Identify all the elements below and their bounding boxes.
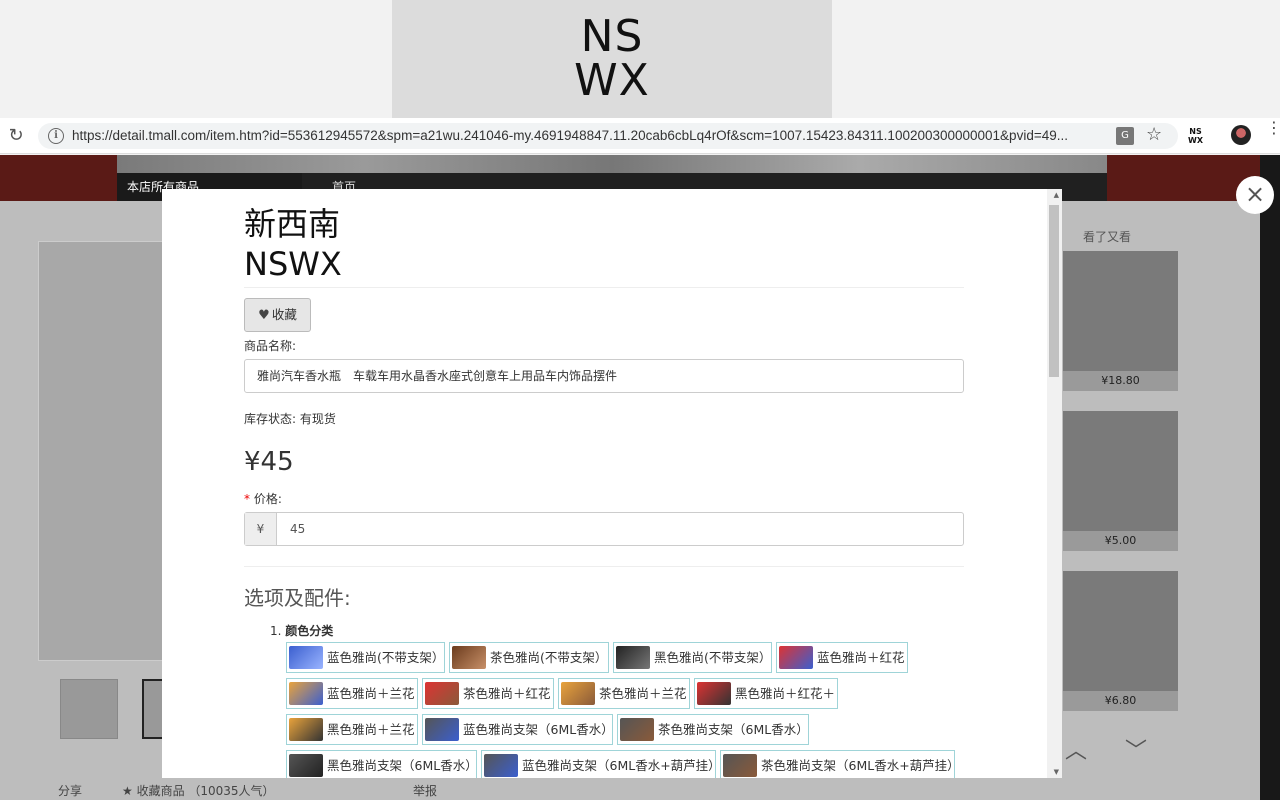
recommend-item[interactable]: ¥5.00 <box>1063 411 1178 551</box>
scrollbar-thumb[interactable] <box>1049 205 1059 377</box>
logo-line-2: WX <box>574 55 650 106</box>
side-toolbar <box>1260 155 1280 800</box>
option-chip[interactable]: 茶色雅尚支架（6ML香水） <box>617 714 809 745</box>
heart-icon: ♥ <box>258 308 270 323</box>
product-modal: 新西南 NSWX ♥ 收藏 商品名称: 雅尚汽车香水瓶 车载车用水晶香水座式创意车… <box>162 189 1062 778</box>
option-chip[interactable]: 蓝色雅尚支架（6ML香水） <box>422 714 614 745</box>
banner-image <box>117 155 1107 173</box>
option-chip-label: 蓝色雅尚＋红花 <box>817 650 905 665</box>
url-text[interactable]: https://detail.tmall.com/item.htm?id=553… <box>72 127 1102 145</box>
option-swatch-icon <box>289 682 323 705</box>
option-chip[interactable]: 茶色雅尚(不带支架） <box>449 642 609 673</box>
thumbnail-strip <box>60 679 200 741</box>
scroll-up-icon[interactable]: ▲ <box>1054 191 1059 199</box>
option-chip[interactable]: 蓝色雅尚＋红花 <box>776 642 908 673</box>
recommend-item[interactable]: ¥18.80 <box>1063 251 1178 391</box>
profile-avatar-icon[interactable] <box>1231 125 1251 145</box>
option-swatch-icon <box>484 754 518 777</box>
browser-menu-icon[interactable]: ⋮ <box>1266 120 1280 136</box>
address-bar[interactable]: i https://detail.tmall.com/item.htm?id=5… <box>38 123 1178 149</box>
logo-header: NS WX <box>0 0 1280 118</box>
product-name-field[interactable]: 雅尚汽车香水瓶 车载车用水晶香水座式创意车上用品车内饰品摆件 <box>244 359 964 393</box>
option-swatch-icon <box>697 682 731 705</box>
option-swatch-icon <box>616 646 650 669</box>
option-chip-label: 茶色雅尚＋兰花 <box>599 686 687 701</box>
report-link[interactable]: 举报 <box>413 782 437 799</box>
logo-line-1: NS <box>580 11 644 62</box>
option-swatch-icon <box>289 718 323 741</box>
thumbnail[interactable] <box>60 679 118 739</box>
option-swatch-icon <box>723 754 757 777</box>
stock-status: 库存状态: 有现货 <box>244 412 336 426</box>
recommend-item[interactable]: ¥6.80 <box>1063 571 1178 711</box>
recommend-price: ¥6.80 <box>1063 691 1178 711</box>
option-group-name: 颜色分类 <box>285 624 334 638</box>
extension-icon[interactable]: NS WX <box>1188 127 1203 145</box>
option-chip-label: 黑色雅尚支架（6ML香水） <box>327 758 478 773</box>
close-modal-button[interactable]: × <box>1236 176 1274 214</box>
info-icon[interactable]: i <box>48 128 64 144</box>
option-chip[interactable]: 茶色雅尚＋红花 <box>422 678 554 709</box>
price-label-text: 价格: <box>253 492 282 506</box>
option-swatch-icon <box>289 646 323 669</box>
option-chip[interactable]: 茶色雅尚＋兰花 <box>558 678 690 709</box>
share-link[interactable]: 分享 <box>58 782 82 799</box>
price-display: ¥45 <box>244 447 294 477</box>
recommend-price: ¥5.00 <box>1063 531 1178 551</box>
option-chip[interactable]: 茶色雅尚支架（6ML香水+葫芦挂） <box>720 750 960 778</box>
price-input-group[interactable]: ¥ 45 <box>244 512 964 546</box>
option-chip[interactable]: 蓝色雅尚(不带支架） <box>286 642 445 673</box>
brand-logo: NS WX <box>392 0 832 118</box>
option-chip[interactable]: 黑色雅尚＋兰花 <box>286 714 418 745</box>
recommend-title: 看了又看 <box>1083 230 1132 244</box>
option-chip-label: 蓝色雅尚＋兰花 <box>327 686 415 701</box>
option-chip[interactable]: 黑色雅尚(不带支架） <box>613 642 772 673</box>
favorite-product-link[interactable]: ★ 收藏商品 （10035人气） <box>122 782 275 799</box>
divider <box>244 287 964 288</box>
price-input[interactable]: 45 <box>290 513 305 545</box>
translate-icon[interactable]: G <box>1116 127 1134 145</box>
option-swatch-icon <box>620 718 654 741</box>
option-chip-label: 蓝色雅尚支架（6ML香水+葫芦挂） <box>522 758 721 773</box>
option-swatch-icon <box>561 682 595 705</box>
option-swatch-icon <box>289 754 323 777</box>
favorite-button-label: 收藏 <box>271 307 297 322</box>
divider <box>244 566 964 567</box>
modal-scrollbar[interactable]: ▲ ▼ <box>1047 189 1062 778</box>
reload-icon[interactable]: ↻ <box>6 126 26 146</box>
option-chip[interactable]: 黑色雅尚＋红花＋ <box>694 678 838 709</box>
option-swatch-icon <box>452 646 486 669</box>
favorite-button[interactable]: ♥ 收藏 <box>244 298 311 332</box>
option-chip-label: 蓝色雅尚支架（6ML香水） <box>463 722 614 737</box>
required-mark: * <box>244 492 250 506</box>
brand-name-cn: 新西南 <box>244 205 341 243</box>
option-chip-label: 黑色雅尚(不带支架） <box>654 650 772 665</box>
option-chip[interactable]: 蓝色雅尚支架（6ML香水+葫芦挂） <box>481 750 721 778</box>
option-group-number: 1. <box>270 624 282 638</box>
price-label: * 价格: <box>244 490 282 507</box>
product-name-label: 商品名称: <box>244 339 297 353</box>
scroll-down-icon[interactable]: ▼ <box>1054 768 1059 776</box>
option-chip-label: 茶色雅尚＋红花 <box>463 686 551 701</box>
option-chip[interactable]: 黑色雅尚支架（6ML香水） <box>286 750 478 778</box>
recommend-price: ¥18.80 <box>1063 371 1178 391</box>
product-main-image <box>38 241 178 661</box>
options-title: 选项及配件: <box>244 586 351 610</box>
option-chip-label: 茶色雅尚支架（6ML香水+葫芦挂） <box>761 758 960 773</box>
option-chip-label: 蓝色雅尚(不带支架） <box>327 650 445 665</box>
option-swatch-icon <box>425 682 459 705</box>
option-chip-label: 黑色雅尚＋红花＋ <box>735 686 836 701</box>
option-swatch-icon <box>425 718 459 741</box>
currency-addon: ¥ <box>245 513 277 545</box>
option-swatch-icon <box>779 646 813 669</box>
option-chip-label: 茶色雅尚(不带支架） <box>490 650 608 665</box>
option-chip[interactable]: 蓝色雅尚＋兰花 <box>286 678 418 709</box>
browser-toolbar: ↻ i https://detail.tmall.com/item.htm?id… <box>0 118 1280 154</box>
option-group-label: 1. 颜色分类 <box>270 622 333 639</box>
bookmark-star-icon[interactable]: ☆ <box>1146 124 1162 145</box>
option-chip-label: 茶色雅尚支架（6ML香水） <box>658 722 809 737</box>
recommend-nav-arrows[interactable]: ︿﹀ <box>1065 733 1185 765</box>
option-chip-label: 黑色雅尚＋兰花 <box>327 722 415 737</box>
brand-name-en: NSWX <box>244 245 342 283</box>
